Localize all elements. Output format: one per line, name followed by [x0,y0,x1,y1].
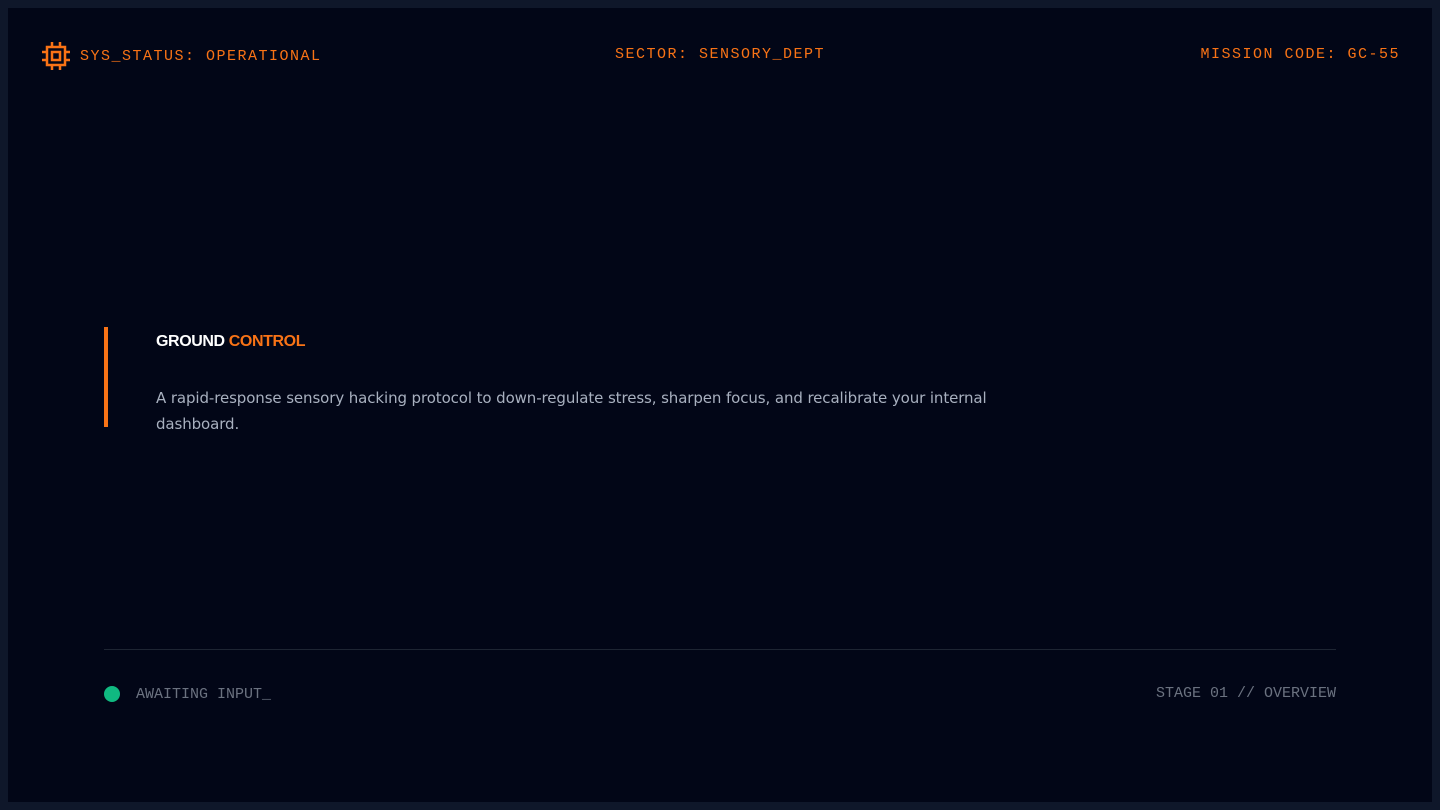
footer-divider [104,649,1336,650]
hero-description: A rapid-response sensory hacking protoco… [156,389,987,433]
header: SYS_STATUS: OPERATIONAL SECTOR: SENSORY_… [8,8,1432,104]
page-title: GROUND CONTROL [156,333,305,351]
input-status: AWAITING INPUT_ [104,684,271,704]
stage-indicator: STAGE 01 // OVERVIEW [1155,685,1336,702]
title-word-ground: GROUND [156,333,225,350]
hero-section: GROUND CONTROL A rapid-response sensory … [104,327,1044,433]
app-frame: SYS_STATUS: OPERATIONAL SECTOR: SENSORY_… [8,8,1432,802]
input-status-text: AWAITING INPUT_ [136,685,272,703]
mission-code: MISSION CODE: GC-55 [1200,46,1400,63]
accent-bar [104,327,108,427]
title-word-control: CONTROL [228,333,306,350]
status-indicator-dot [104,686,120,702]
